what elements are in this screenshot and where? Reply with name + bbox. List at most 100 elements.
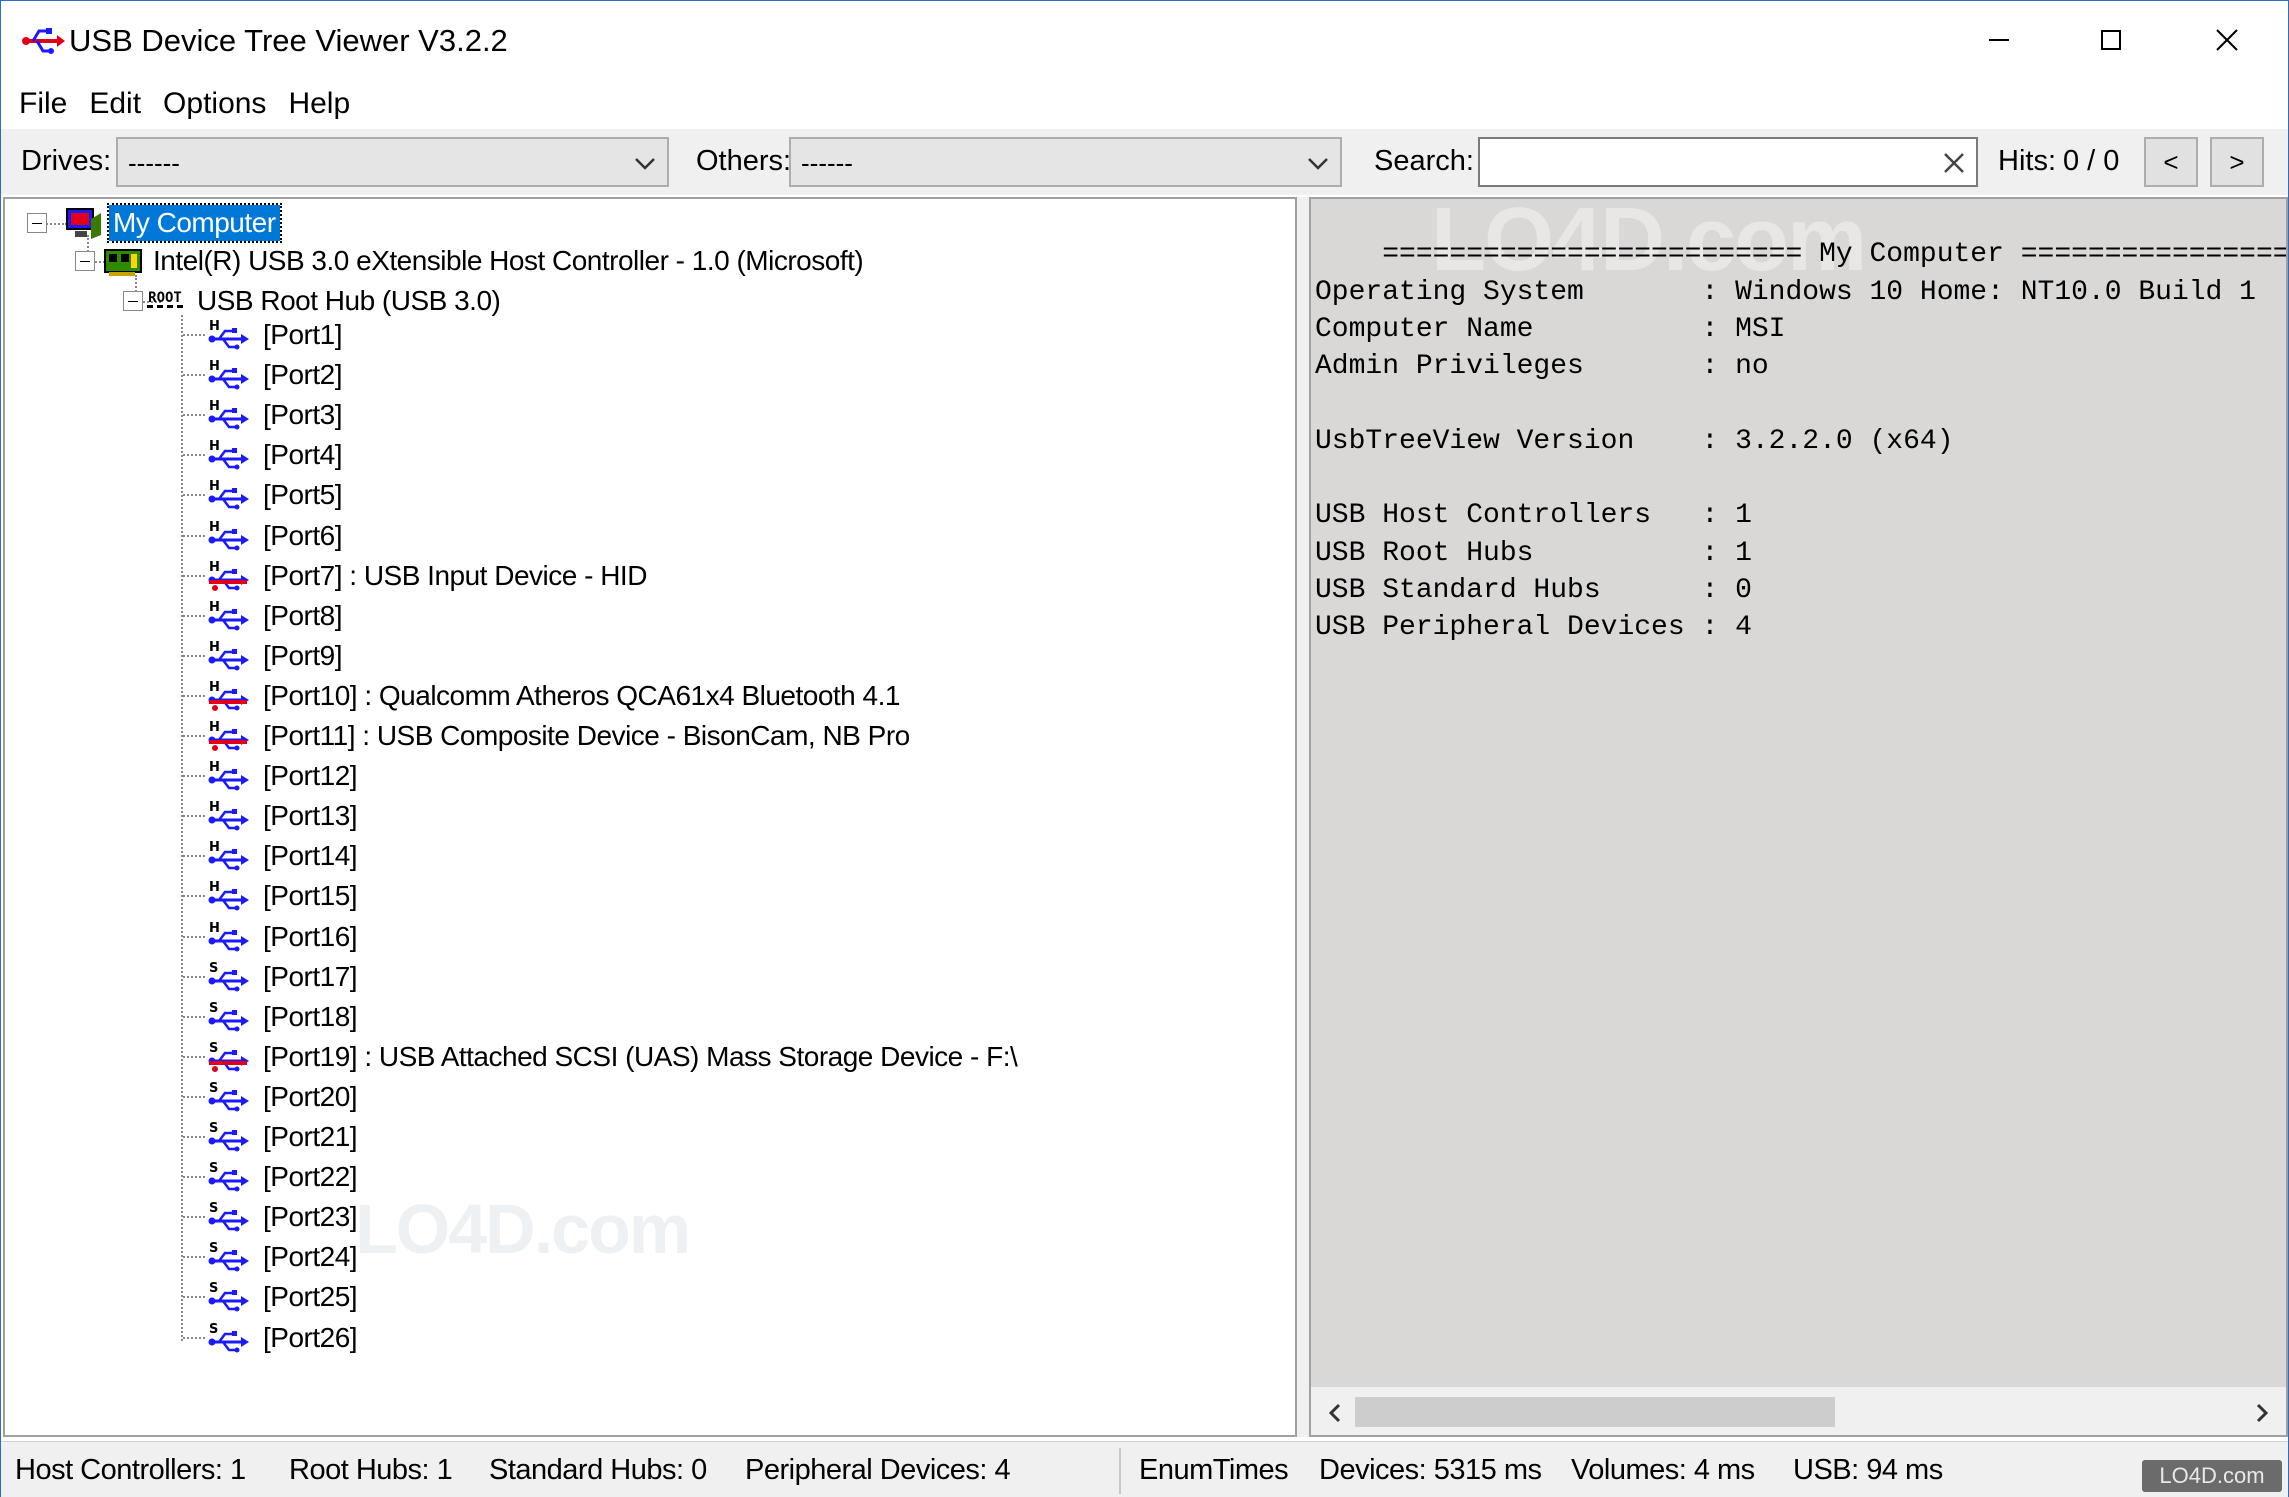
title-bar[interactable]: USB Device Tree Viewer V3.2.2 [1, 1, 2288, 79]
tree-line [183, 1256, 205, 1259]
tree-node-port[interactable]: S [Port22] [183, 1157, 361, 1197]
svg-text:H: H [209, 760, 220, 775]
status-enum-times: EnumTimes [1139, 1454, 1289, 1486]
tree-label: [Port23] [263, 1201, 358, 1233]
collapse-toggle[interactable] [27, 213, 47, 233]
usb-port-icon: S [208, 961, 249, 992]
details-text: ========================= My Computer ==… [1315, 199, 2288, 647]
svg-text:S: S [209, 1001, 218, 1016]
tree-node-port[interactable]: S [Port23] [183, 1197, 361, 1237]
svg-text:H: H [209, 439, 220, 454]
previous-hit-button[interactable]: < [2144, 137, 2198, 187]
watermark-badge: LO4D.com [2142, 1460, 2282, 1492]
collapse-toggle[interactable] [75, 251, 95, 271]
computer-icon [66, 208, 101, 239]
tree-node-port[interactable]: H [Port6] [183, 516, 346, 556]
tree-line [183, 694, 205, 697]
tree-node-port[interactable]: S [Port17] [183, 957, 361, 997]
menu-bar: File Edit Options Help [1, 79, 2288, 129]
horizontal-scrollbar[interactable] [1311, 1387, 2286, 1435]
svg-text:H: H [209, 359, 220, 374]
details-line: UsbTreeView Version : 3.2.2.0 (x64) [1315, 425, 1954, 457]
device-tree[interactable]: LO4D.com My Computer Intel(R) USB 3.0 eX… [3, 197, 1297, 1437]
tree-node-port[interactable]: H [Port8] [183, 596, 346, 636]
next-hit-button[interactable]: > [2210, 137, 2264, 187]
tree-node-port[interactable]: S [Port25] [183, 1277, 361, 1317]
scroll-left-icon[interactable] [1321, 1399, 1349, 1427]
scrollbar-thumb[interactable] [1355, 1397, 1835, 1427]
tree-node-port[interactable]: H [Port10] : Qualcomm Atheros QCA61x4 Blu… [183, 676, 904, 716]
tree-line [183, 454, 205, 457]
tree-node-port[interactable]: S [Port19] : USB Attached SCSI (UAS) Mass… [183, 1037, 1021, 1077]
tree-node-port[interactable]: H [Port11] : USB Composite Device - Bison… [183, 716, 914, 756]
svg-text:H: H [209, 520, 220, 535]
close-button[interactable] [2169, 1, 2285, 79]
tree-label: [Port25] [263, 1281, 358, 1313]
drives-value: ------ [128, 148, 180, 178]
tree-node-port[interactable]: H [Port1] [183, 315, 346, 355]
chevron-down-icon [1308, 158, 1328, 170]
tree-line [183, 614, 205, 617]
svg-text:H: H [209, 800, 220, 815]
status-host-controllers: Host Controllers: 1 [15, 1454, 246, 1486]
tree-node-port[interactable]: H [Port5] [183, 475, 346, 515]
tree-label: [Port6] [263, 519, 342, 551]
details-line: USB Root Hubs : 1 [1315, 537, 1752, 569]
usb-port-icon: H [208, 399, 249, 430]
usb-port-icon: H [208, 640, 249, 671]
tree-node-port[interactable]: H [Port9] [183, 636, 346, 676]
details-line: Computer Name : MSI [1315, 313, 1786, 345]
tree-node-port[interactable]: S [Port24] [183, 1237, 361, 1277]
tree-node-port[interactable]: S [Port18] [183, 997, 361, 1037]
tree-node-port[interactable]: S [Port20] [183, 1077, 361, 1117]
tree-line [183, 654, 205, 657]
usb-port-icon: S [208, 1241, 249, 1272]
usb-port-icon: H [208, 439, 249, 470]
tree-node-port[interactable]: S [Port26] [183, 1318, 361, 1358]
others-dropdown[interactable]: ------ [789, 137, 1342, 187]
toolbar: Drives: ------ Others: ------ Search: Hi… [1, 129, 2288, 195]
tree-line [183, 1136, 205, 1138]
details-pane[interactable]: LO4D.com ========================= My Co… [1309, 197, 2288, 1437]
tree-node-port[interactable]: H [Port3] [183, 395, 346, 435]
tree-label: [Port21] [263, 1121, 358, 1152]
search-input[interactable] [1478, 137, 1978, 187]
tree-node-port[interactable]: S [Port21] [183, 1117, 361, 1157]
tree-line [183, 334, 205, 336]
menu-options[interactable]: Options [155, 79, 280, 129]
menu-edit[interactable]: Edit [81, 79, 155, 129]
usb-port-icon: H [208, 520, 249, 550]
maximize-button[interactable] [2053, 1, 2169, 79]
tree-node-port[interactable]: H [Port4] [183, 435, 346, 475]
tree-node-port[interactable]: H [Port13] [183, 796, 361, 836]
pane-splitter[interactable] [1297, 197, 1309, 1437]
drives-dropdown[interactable]: ------ [116, 137, 669, 187]
details-line: ========================= My Computer ==… [1382, 239, 2288, 271]
tree-node-port[interactable]: H [Port16] [183, 917, 361, 957]
collapse-toggle[interactable] [123, 291, 143, 311]
minimize-button[interactable] [1941, 1, 2057, 79]
menu-file[interactable]: File [11, 79, 81, 129]
tree-node-host-controller[interactable]: Intel(R) USB 3.0 eXtensible Host Control… [75, 241, 867, 281]
tree-label: My Computer [107, 203, 282, 243]
tree-node-port[interactable]: H [Port14] [183, 836, 361, 876]
tree-line [183, 414, 205, 417]
status-root-hubs: Root Hubs: 1 [289, 1454, 453, 1486]
menu-help[interactable]: Help [280, 79, 364, 129]
details-line [1315, 199, 2286, 236]
svg-text:S: S [209, 1201, 218, 1216]
clear-search-icon[interactable] [1940, 149, 1968, 177]
tree-label: [Port1] [263, 319, 342, 350]
usb-port-icon: S [208, 1121, 249, 1152]
status-bar: Host Controllers: 1 Root Hubs: 1 Standar… [1, 1441, 2288, 1497]
usb-port-icon: S [208, 1001, 249, 1032]
tree-line [183, 534, 205, 537]
usb-port-connected-icon: H [208, 560, 249, 591]
tree-node-my-computer[interactable]: My Computer [27, 203, 282, 243]
drives-label: Drives: [21, 145, 112, 177]
tree-node-port[interactable]: H [Port7] : USB Input Device - HID [183, 556, 651, 596]
scroll-right-icon[interactable] [2248, 1399, 2276, 1427]
tree-node-port[interactable]: H [Port2] [183, 355, 346, 395]
tree-node-port[interactable]: H [Port12] [183, 756, 361, 796]
tree-node-port[interactable]: H [Port15] [183, 876, 361, 916]
